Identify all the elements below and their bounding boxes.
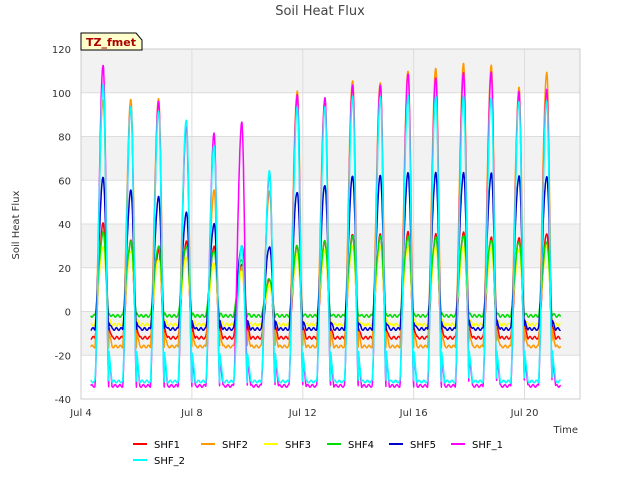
y-tick-label: 120 — [52, 45, 71, 56]
legend-label: SHF5 — [410, 440, 436, 451]
soil-heat-flux-chart: Soil Heat Flux -40 -20 0 20 40 60 80 100 120 Jul… — [11, 4, 581, 467]
y-tick-label: 60 — [58, 176, 71, 187]
y-tick-label: -40 — [55, 395, 71, 406]
plot-band — [81, 49, 580, 93]
legend-label: SHF3 — [285, 440, 311, 451]
x-tick-label: Jul 8 — [180, 408, 203, 419]
legend: SHF1 SHF2 SHF3 SHF4 SHF5 SHF_1 SHF_2 — [133, 440, 503, 467]
y-axis-label: Soil Heat Flux — [11, 190, 22, 259]
y-tick-label: 0 — [65, 308, 71, 319]
site-label: TZ_fmet — [86, 36, 136, 49]
y-tick-label: 20 — [58, 264, 71, 275]
legend-label: SHF1 — [154, 440, 180, 451]
y-tick-label: 40 — [58, 220, 71, 231]
legend-label: SHF4 — [348, 440, 374, 451]
site-label-box: TZ_fmet — [80, 32, 143, 51]
x-axis-ticks: Jul 4 Jul 8 Jul 12 Jul 16 Jul 20 — [69, 408, 538, 419]
y-tick-label: -20 — [55, 351, 71, 362]
x-tick-label: Jul 20 — [510, 408, 539, 419]
x-tick-label: Jul 16 — [399, 408, 428, 419]
x-tick-label: Jul 4 — [69, 408, 92, 419]
y-tick-label: 80 — [58, 133, 71, 144]
legend-label: SHF_2 — [154, 456, 185, 467]
legend-label: SHF2 — [222, 440, 248, 451]
x-tick-label: Jul 12 — [288, 408, 317, 419]
x-axis-label: Time — [553, 425, 578, 436]
y-axis-ticks: -40 -20 0 20 40 60 80 100 120 — [52, 45, 71, 406]
legend-label: SHF_1 — [472, 440, 503, 451]
y-tick-label: 100 — [52, 89, 71, 100]
chart-title: Soil Heat Flux — [275, 4, 365, 19]
